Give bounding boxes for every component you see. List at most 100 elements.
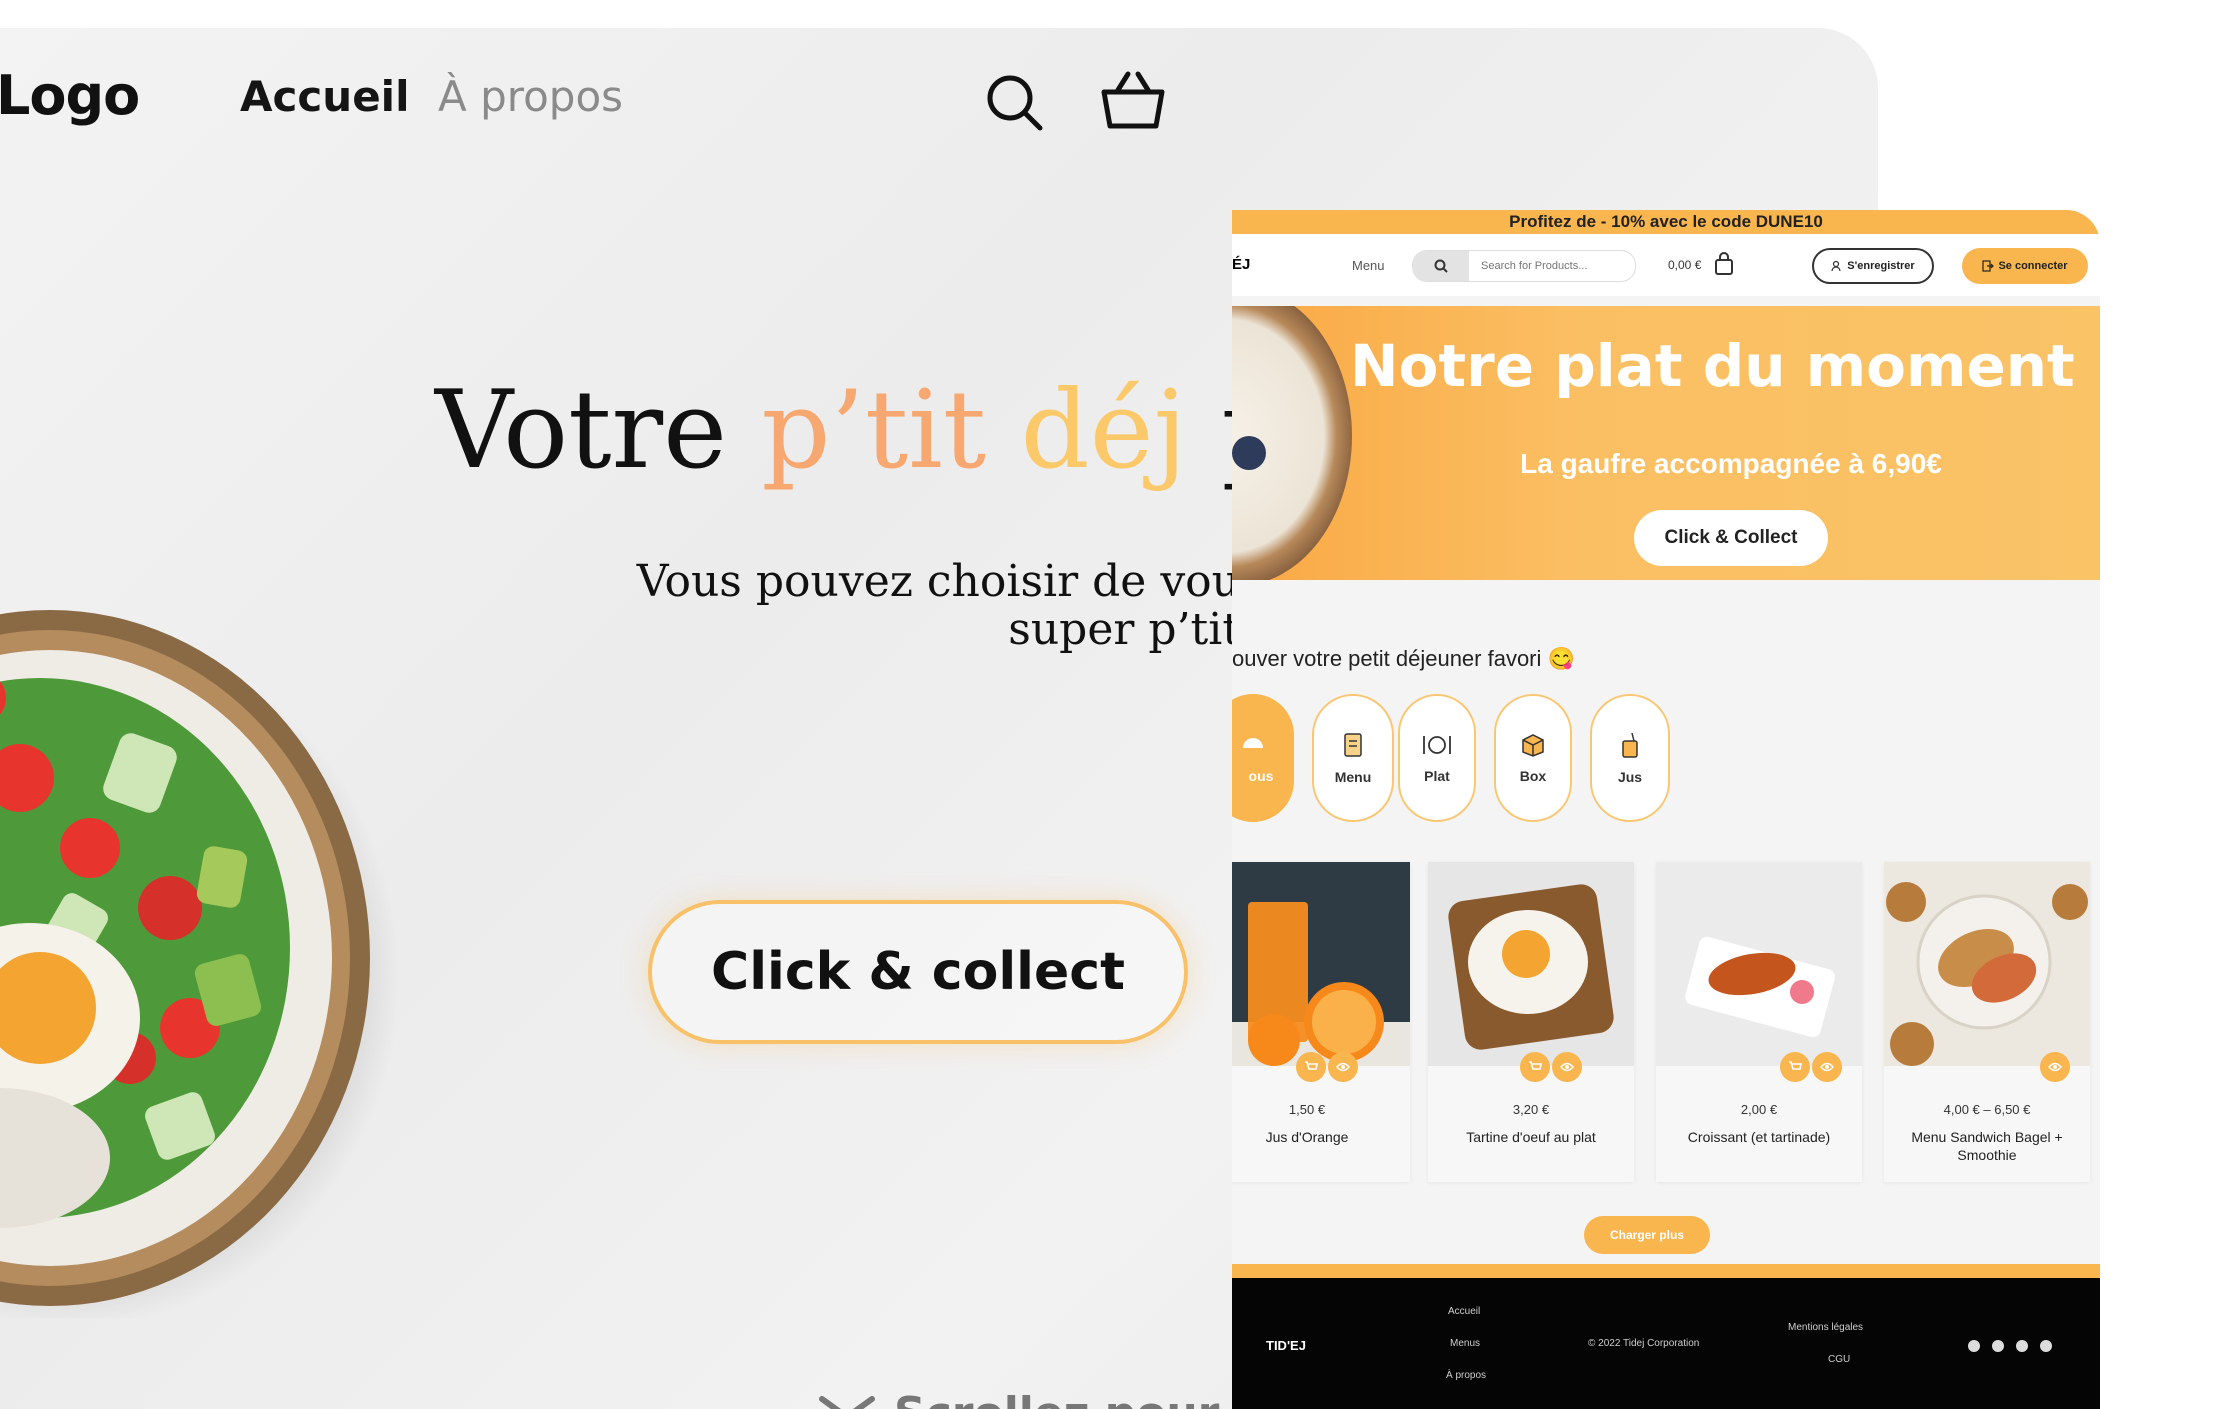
- search-input[interactable]: [1479, 256, 1623, 276]
- hero-word-3: déj: [1020, 368, 1188, 493]
- quick-view-button[interactable]: [2040, 1052, 2070, 1082]
- search-icon: [1434, 259, 1448, 273]
- shopping-bag-icon[interactable]: [1714, 252, 1734, 276]
- product-name[interactable]: Menu Sandwich Bagel + Smoothie: [1884, 1128, 2090, 1164]
- product-price: 1,50 €: [1288, 1102, 1326, 1117]
- product-card[interactable]: 2,00 € Croissant (et tartinade): [1656, 862, 1862, 1182]
- shop-header: ÉJ Menu 0,00 € S'enregistrer Se connecte…: [1232, 234, 2100, 296]
- scroll-hint-label: Scrollez pour v: [894, 1388, 1263, 1409]
- user-plus-icon: [1831, 260, 1841, 272]
- category-all[interactable]: ous: [1232, 694, 1294, 822]
- eye-icon: [2048, 1062, 2062, 1072]
- hero-subtitle-line-2: super p’tit: [1008, 604, 1240, 655]
- click-and-collect-button[interactable]: Click & collect: [648, 900, 1188, 1044]
- egg-toast-image: [1428, 862, 1634, 1066]
- hero-word-1: Votre: [435, 368, 728, 493]
- login-icon: [1982, 260, 1995, 272]
- category-label: Jus: [1617, 769, 1643, 785]
- add-to-cart-button[interactable]: [1520, 1052, 1550, 1082]
- social-links: [1968, 1340, 2052, 1352]
- hero-word-2: p’tit: [761, 368, 987, 493]
- banner-title: Notre plat du moment !: [1350, 332, 2100, 400]
- category-plat[interactable]: Plat: [1398, 694, 1476, 822]
- footer-accent-band: [1232, 1264, 2100, 1278]
- product-name[interactable]: Jus d'Orange: [1232, 1128, 1410, 1146]
- login-button[interactable]: Se connecter: [1962, 248, 2088, 284]
- search-icon[interactable]: [984, 72, 1044, 132]
- search-button[interactable]: [1413, 251, 1469, 281]
- instagram-icon[interactable]: [1992, 1340, 2004, 1352]
- shop-page-mockup: Profitez de - 10% avec le code DUNE10 ÉJ…: [1232, 210, 2100, 1409]
- category-jus[interactable]: Jus: [1590, 694, 1670, 822]
- add-to-cart-button[interactable]: [1780, 1052, 1810, 1082]
- eye-icon: [1336, 1062, 1350, 1072]
- product-image-fried-egg-toast[interactable]: [1428, 862, 1634, 1066]
- category-box[interactable]: Box: [1494, 694, 1572, 822]
- all-icon: [1243, 738, 1263, 748]
- salad-bowl-image: [0, 610, 400, 1318]
- product-image-croissant[interactable]: [1656, 862, 1862, 1066]
- youtube-icon[interactable]: [2040, 1340, 2052, 1352]
- bagel-sandwich-image: [1884, 862, 2090, 1066]
- featured-dish-banner: Notre plat du moment ! La gaufre accompa…: [1232, 306, 2100, 580]
- nav-link-about[interactable]: À propos: [438, 72, 623, 121]
- product-name[interactable]: Tartine d'oeuf au plat: [1428, 1128, 1634, 1146]
- add-to-cart-button[interactable]: [1296, 1052, 1326, 1082]
- scroll-hint[interactable]: Scrollez pour v: [818, 1388, 1263, 1409]
- footer-link-about[interactable]: À propos: [1446, 1370, 1486, 1381]
- hero-title: Votre p’tit déj p: [435, 368, 1291, 493]
- facebook-icon[interactable]: [1968, 1340, 1980, 1352]
- product-card[interactable]: 4,00 € – 6,50 € Menu Sandwich Bagel + Sm…: [1884, 862, 2090, 1182]
- login-label: Se connecter: [1998, 260, 2068, 272]
- hero-subtitle: Vous pouvez choisir de vou super p’tit: [0, 558, 1240, 654]
- category-label: Box: [1519, 768, 1547, 784]
- footer-link-menus[interactable]: Menus: [1450, 1338, 1480, 1349]
- product-image-orange-juice[interactable]: [1232, 862, 1410, 1066]
- shop-brand[interactable]: ÉJ: [1232, 256, 1250, 273]
- footer-link-cgu[interactable]: CGU: [1828, 1354, 1850, 1365]
- nav-link-home[interactable]: Accueil: [240, 72, 409, 121]
- register-label: S'enregistrer: [1847, 260, 1915, 272]
- croissant-image: [1656, 862, 1862, 1066]
- promo-bar: Profitez de - 10% avec le code DUNE10: [1232, 210, 2100, 234]
- product-price: 2,00 €: [1740, 1102, 1778, 1117]
- product-price: 4,00 € – 6,50 €: [1943, 1102, 2031, 1117]
- juice-icon: [1622, 732, 1638, 758]
- box-icon: [1522, 734, 1544, 757]
- category-label: ous: [1248, 768, 1274, 784]
- product-name[interactable]: Croissant (et tartinade): [1656, 1128, 1862, 1146]
- menu-icon: [1344, 733, 1362, 757]
- twitter-icon[interactable]: [2016, 1340, 2028, 1352]
- category-menu[interactable]: Menu: [1312, 694, 1394, 822]
- quick-view-button[interactable]: [1552, 1052, 1582, 1082]
- cart-icon: [1789, 1061, 1802, 1070]
- banner-subtitle: La gaufre accompagnée à 6,90€: [1520, 448, 1942, 479]
- hero-subtitle-line-1: Vous pouvez choisir de vou: [636, 556, 1240, 607]
- category-label: Menu: [1334, 769, 1372, 785]
- footer-brand[interactable]: TID'EJ: [1266, 1338, 1306, 1353]
- footer-link-legal[interactable]: Mentions légales: [1788, 1322, 1863, 1333]
- shop-nav-menu[interactable]: Menu: [1352, 258, 1385, 273]
- basket-icon[interactable]: [1100, 68, 1166, 132]
- chevron-down-icon: [819, 1396, 875, 1409]
- product-card[interactable]: 1,50 € Jus d'Orange: [1232, 862, 1410, 1182]
- footer-link-home[interactable]: Accueil: [1448, 1306, 1480, 1317]
- quick-view-button[interactable]: [1812, 1052, 1842, 1082]
- site-logo[interactable]: Logo: [0, 64, 140, 127]
- product-price: 3,20 €: [1512, 1102, 1550, 1117]
- banner-click-collect-button[interactable]: Click & Collect: [1634, 510, 1828, 566]
- quick-view-button[interactable]: [1328, 1052, 1358, 1082]
- product-card[interactable]: 3,20 € Tartine d'oeuf au plat: [1428, 862, 1634, 1182]
- register-button[interactable]: S'enregistrer: [1812, 248, 1934, 284]
- footer-copyright: © 2022 Tidej Corporation: [1588, 1338, 1700, 1349]
- site-footer: TID'EJ Accueil Menus À propos © 2022 Tid…: [1232, 1278, 2100, 1409]
- plate-icon: [1423, 736, 1451, 754]
- load-more-button[interactable]: Charger plus: [1584, 1216, 1710, 1254]
- category-label: Plat: [1424, 768, 1450, 784]
- categories-heading: ouver votre petit déjeuner favori 😋: [1232, 646, 1575, 671]
- shop-search: [1412, 250, 1636, 282]
- cart-icon: [1305, 1061, 1318, 1070]
- cart-icon: [1529, 1061, 1542, 1070]
- eye-icon: [1560, 1062, 1574, 1072]
- product-image-bagel-menu[interactable]: [1884, 862, 2090, 1066]
